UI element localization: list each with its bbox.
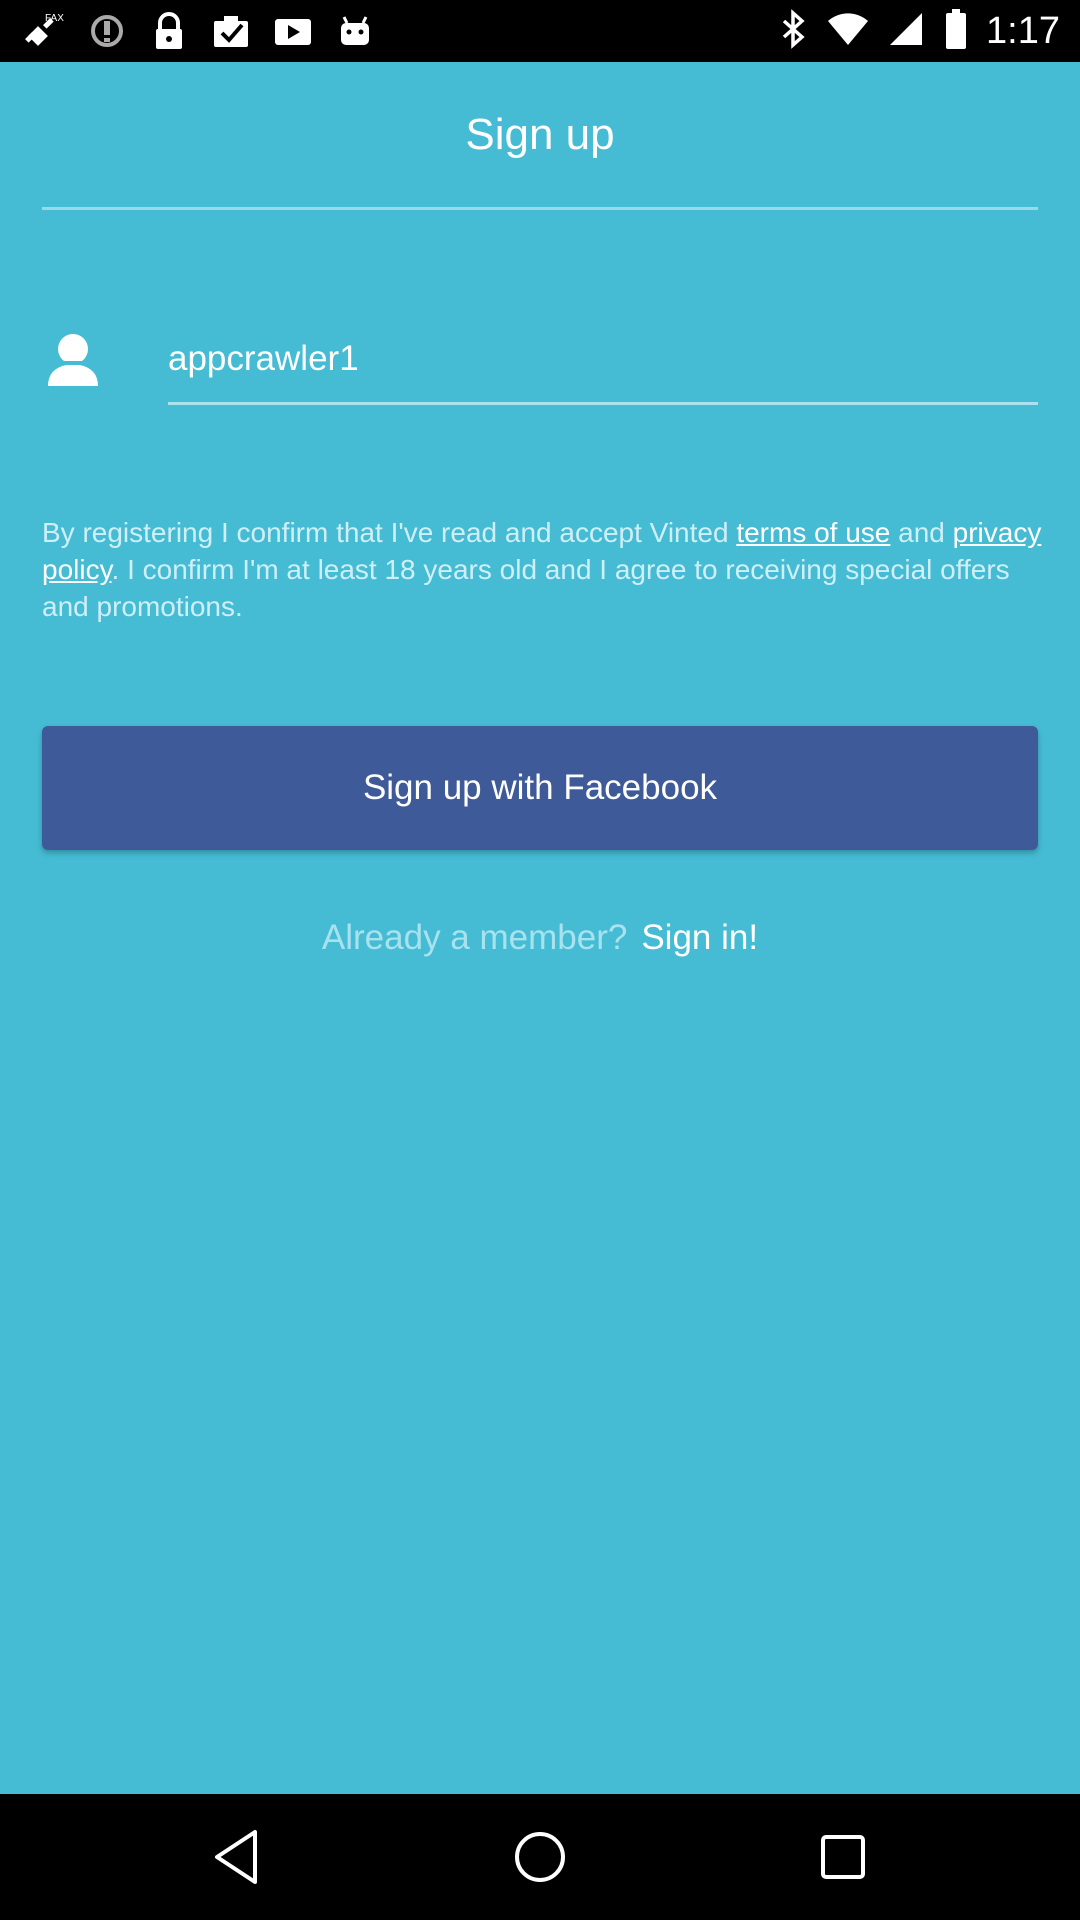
play-icon	[270, 8, 316, 54]
wifi-icon	[826, 9, 870, 54]
user-icon	[46, 332, 100, 388]
navigation-bar	[0, 1794, 1080, 1920]
terms-text-part2: and	[890, 517, 953, 548]
battery-icon	[944, 8, 968, 55]
facebook-signup-button[interactable]: Sign up with Facebook	[42, 726, 1038, 850]
signin-row: Already a member? Sign in!	[0, 918, 1080, 958]
home-icon[interactable]	[505, 1824, 575, 1890]
back-icon[interactable]	[203, 1824, 273, 1890]
task-clipboard-icon	[208, 8, 254, 54]
already-member-label: Already a member?	[321, 918, 628, 957]
status-time: 1:17	[986, 9, 1060, 52]
signup-screen: Sign up appcrawler1 By registering I con…	[0, 62, 1080, 1794]
sign-in-link[interactable]: Sign in!	[641, 918, 758, 957]
recents-icon[interactable]	[808, 1824, 878, 1890]
android-icon	[332, 8, 378, 54]
page-title: Sign up	[465, 110, 615, 159]
status-bar: FAX 1:17	[0, 0, 1080, 62]
fax-satellite-icon: FAX	[22, 8, 68, 54]
sync-disabled-icon	[84, 8, 130, 54]
terms-text-part3: . I confirm I'm at least 18 years old an…	[42, 554, 1010, 622]
terms-text-part1: By registering I confirm that I've read …	[42, 517, 737, 548]
svg-text:FAX: FAX	[45, 13, 64, 24]
header-divider	[42, 207, 1038, 210]
username-underline	[168, 402, 1038, 405]
username-input[interactable]: appcrawler1	[168, 330, 1038, 388]
terms-text: By registering I confirm that I've read …	[42, 514, 1042, 625]
lock-icon	[146, 8, 192, 54]
bluetooth-icon	[778, 8, 808, 54]
signal-icon	[888, 9, 926, 54]
terms-of-use-link[interactable]: terms of use	[736, 517, 890, 548]
